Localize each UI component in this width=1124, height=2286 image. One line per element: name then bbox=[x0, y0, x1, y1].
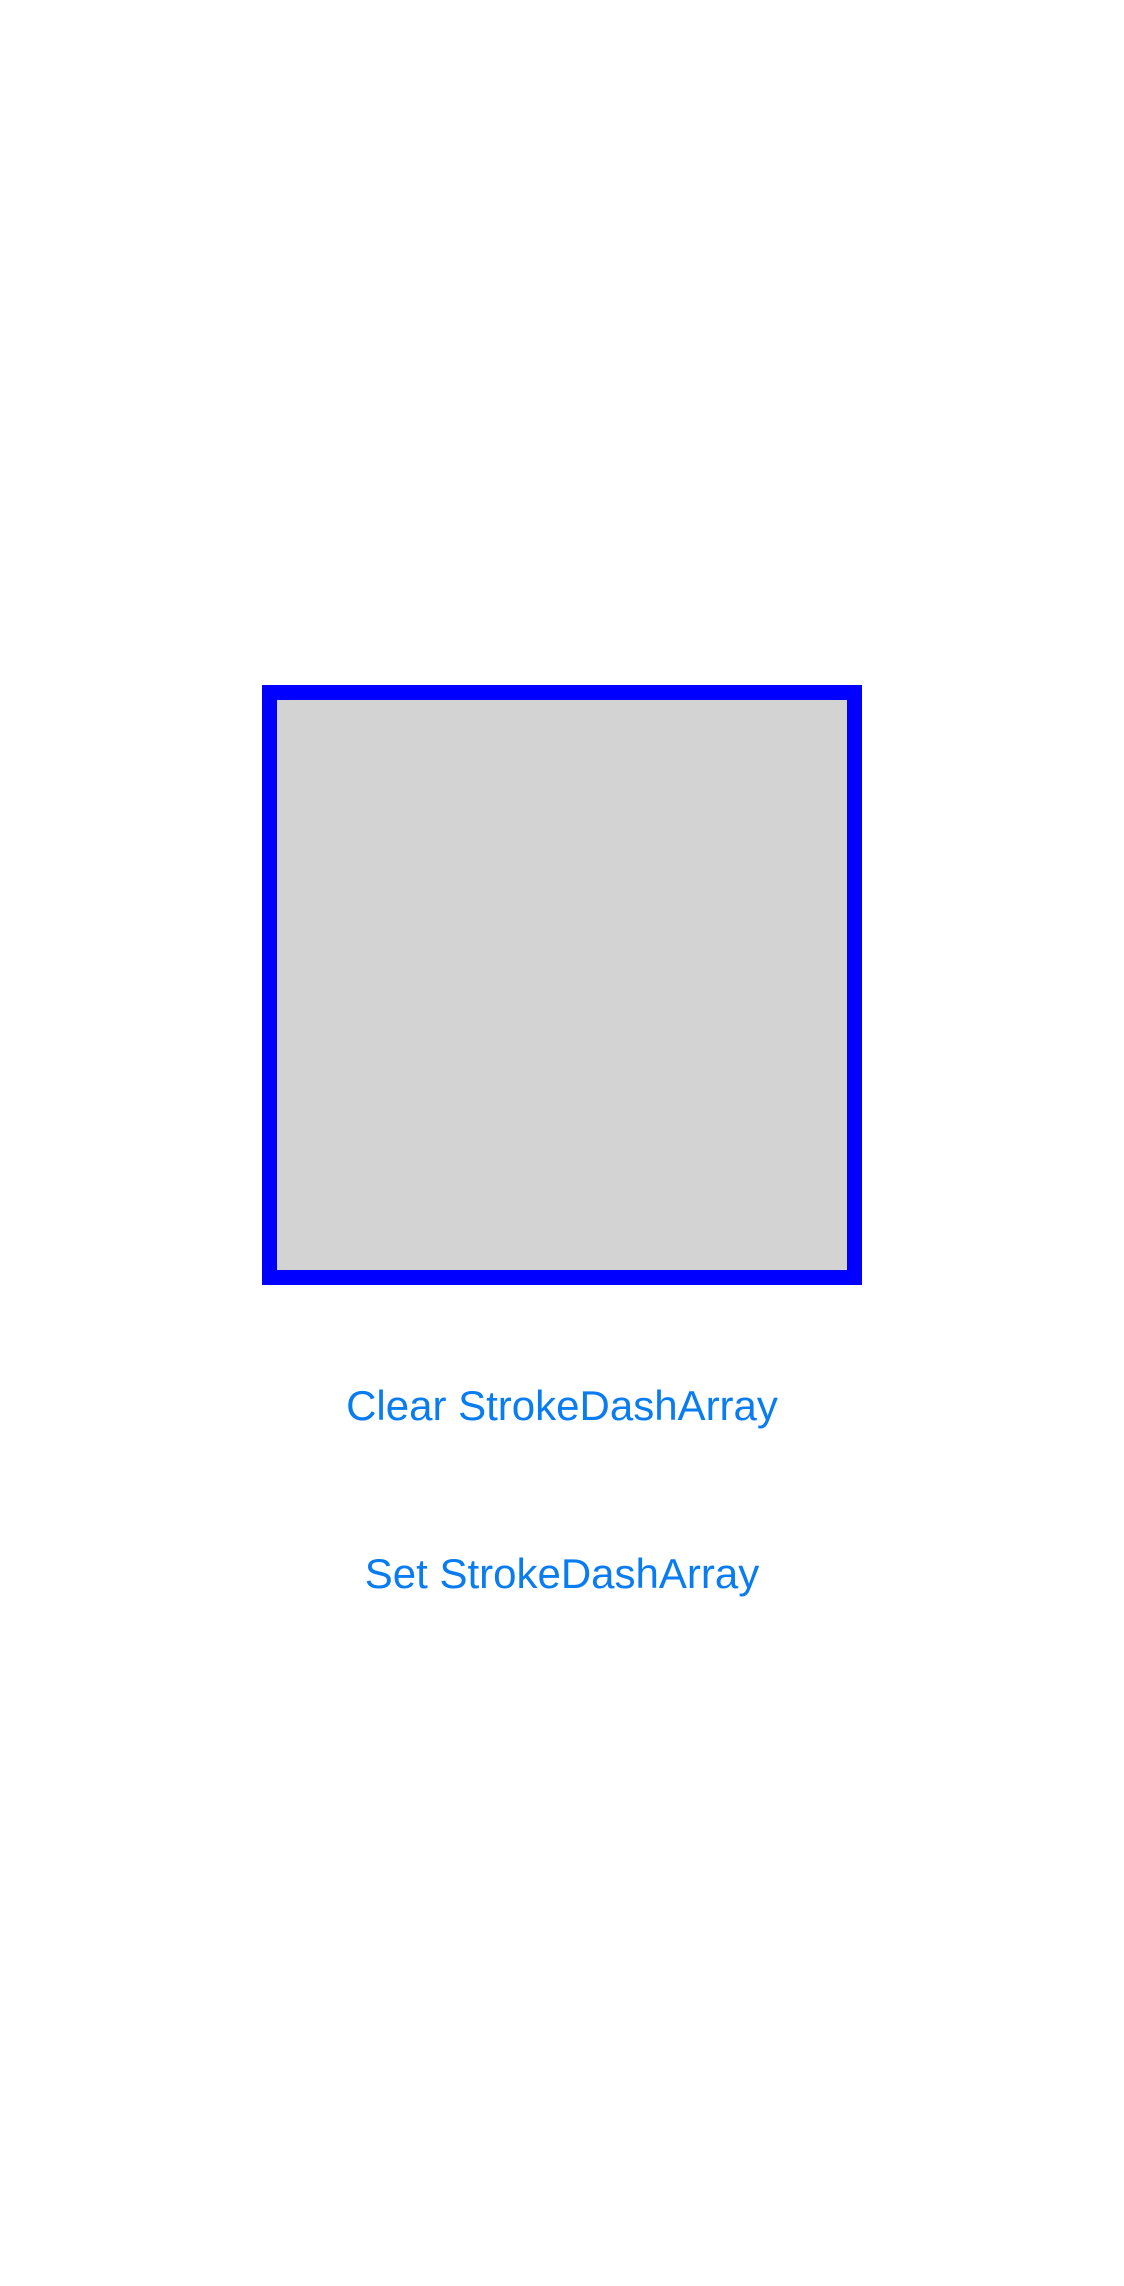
rectangle-fill-and-stroke bbox=[262, 685, 862, 1285]
app-screen: Clear StrokeDashArray Set StrokeDashArra… bbox=[0, 0, 1124, 2286]
set-stroke-dash-array-button[interactable]: Set StrokeDashArray bbox=[0, 1529, 1124, 1619]
clear-stroke-dash-array-button[interactable]: Clear StrokeDashArray bbox=[0, 1361, 1124, 1451]
rectangle-shape-container bbox=[262, 685, 862, 1285]
rectangle-shape bbox=[262, 685, 862, 1285]
